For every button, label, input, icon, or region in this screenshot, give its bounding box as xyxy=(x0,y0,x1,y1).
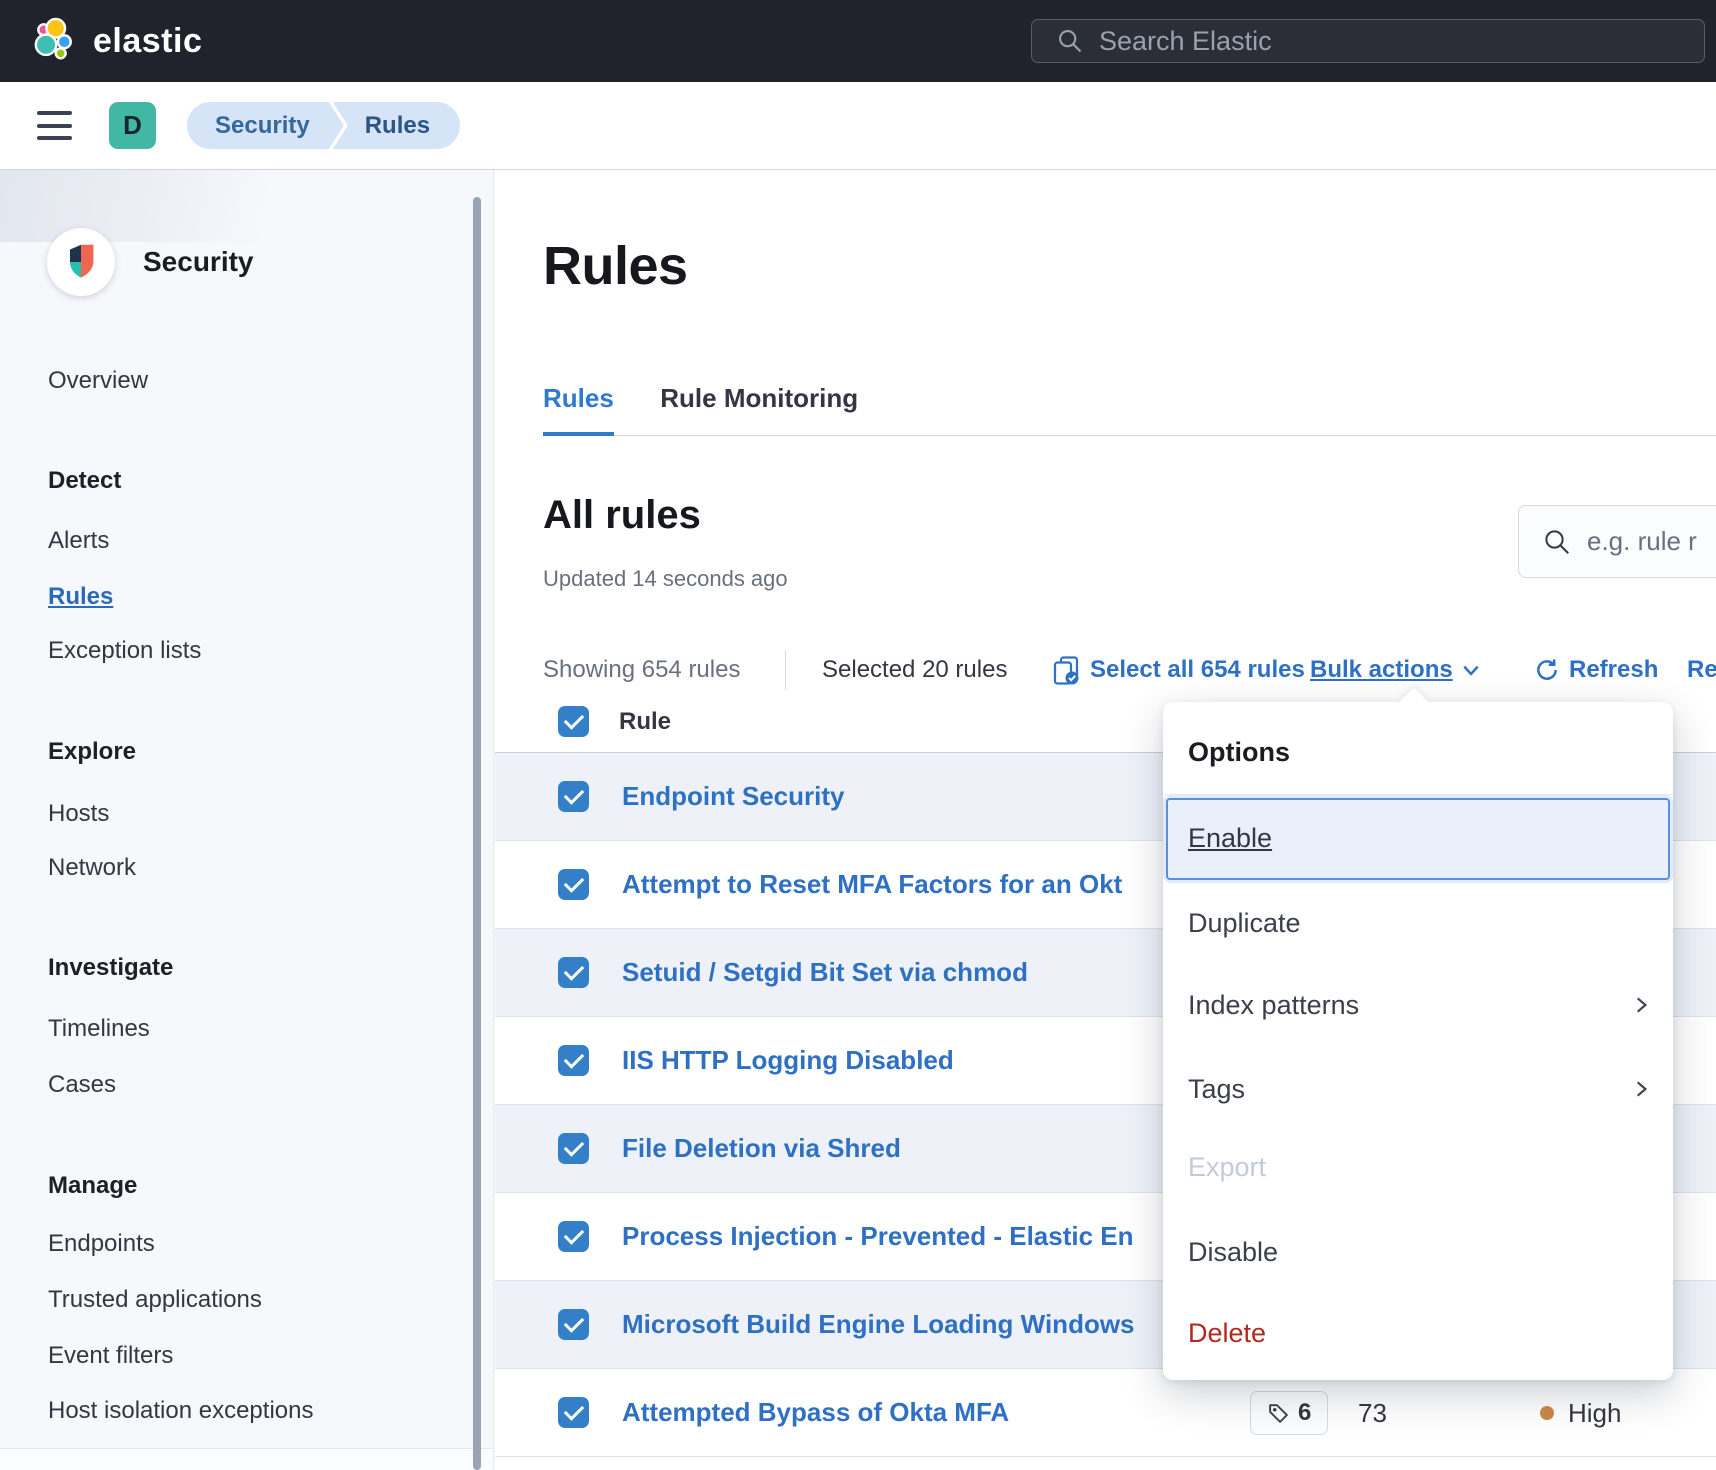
main-content: Rules Rules Rule Monitoring All rules Up… xyxy=(495,170,1716,1470)
sidebar-item-cases[interactable]: Cases xyxy=(48,1071,116,1099)
select-all-button[interactable]: Select all 654 rules xyxy=(1052,647,1305,693)
updated-timestamp: Updated 14 seconds ago xyxy=(543,566,788,592)
sidebar-section-detect: Detect xyxy=(48,467,121,495)
tab-rule-monitoring[interactable]: Rule Monitoring xyxy=(660,366,858,436)
tags-badge[interactable]: 6 xyxy=(1250,1391,1328,1435)
sidebar-section-manage: Manage xyxy=(48,1172,137,1200)
chevron-right-icon xyxy=(1631,1079,1651,1099)
column-header-rule: Rule xyxy=(619,690,671,753)
table-row: Attempted Bypass of Okta MFA 6 73 High xyxy=(495,1369,1716,1457)
avatar[interactable]: D xyxy=(109,102,156,149)
tab-rules[interactable]: Rules xyxy=(543,366,614,436)
rule-link[interactable]: Setuid / Setgid Bit Set via chmod xyxy=(622,929,1028,1016)
sidebar-item-endpoints[interactable]: Endpoints xyxy=(48,1230,155,1258)
copy-check-icon xyxy=(1052,655,1080,686)
sidebar-item-event-filters[interactable]: Event filters xyxy=(48,1342,173,1370)
severity-label: High xyxy=(1568,1369,1621,1457)
row-checkbox[interactable] xyxy=(558,1309,589,1340)
tabs: Rules Rule Monitoring xyxy=(543,366,1716,436)
search-icon xyxy=(1542,527,1572,557)
sidebar-section-explore: Explore xyxy=(48,738,136,766)
search-icon xyxy=(1056,27,1084,55)
sidebar-item-alerts[interactable]: Alerts xyxy=(48,527,109,555)
row-checkbox[interactable] xyxy=(558,1221,589,1252)
rules-search-input[interactable] xyxy=(1587,526,1716,557)
section-title: All rules xyxy=(543,493,701,538)
rules-search[interactable] xyxy=(1518,505,1716,578)
bulk-actions-menu: Options Enable Duplicate Index patterns … xyxy=(1163,702,1673,1380)
row-checkbox[interactable] xyxy=(558,1397,589,1428)
showing-count: Showing 654 rules xyxy=(543,647,740,693)
popover-title: Options xyxy=(1188,702,1290,794)
global-header: elastic xyxy=(0,0,1716,82)
sidebar-item-exception-lists[interactable]: Exception lists xyxy=(48,637,201,665)
page-title: Rules xyxy=(543,236,688,296)
rule-link[interactable]: Process Injection - Prevented - Elastic … xyxy=(622,1193,1134,1280)
sidebar-item-timelines[interactable]: Timelines xyxy=(48,1015,150,1043)
sidebar-title: Security xyxy=(143,246,254,278)
menu-item-export: Export xyxy=(1188,1142,1266,1192)
row-checkbox[interactable] xyxy=(558,957,589,988)
sidebar: Security Overview Detect Alerts Rules Ex… xyxy=(0,170,494,1470)
rules-toolbar: Showing 654 rules Selected 20 rules Sele… xyxy=(495,647,1716,693)
row-checkbox[interactable] xyxy=(558,869,589,900)
menu-item-delete[interactable]: Delete xyxy=(1188,1308,1266,1358)
rule-link[interactable]: Endpoint Security xyxy=(622,753,844,840)
menu-item-disable[interactable]: Disable xyxy=(1188,1227,1278,1277)
menu-item-duplicate[interactable]: Duplicate xyxy=(1188,898,1301,948)
rule-link[interactable]: Attempt to Reset MFA Factors for an Okt xyxy=(622,841,1122,928)
severity-dot-icon xyxy=(1540,1406,1554,1420)
bulk-actions-button[interactable]: Bulk actions xyxy=(1310,647,1480,693)
popover-separator xyxy=(1163,794,1673,795)
sidebar-scrollbar[interactable] xyxy=(473,197,481,1470)
sidebar-footer xyxy=(0,1448,492,1470)
sidebar-item-trusted-applications[interactable]: Trusted applications xyxy=(48,1286,262,1314)
tag-icon xyxy=(1267,1402,1290,1425)
sidebar-item-host-isolation-exceptions[interactable]: Host isolation exceptions xyxy=(48,1397,313,1425)
menu-icon[interactable] xyxy=(37,111,72,140)
clipped-action-button[interactable]: Re xyxy=(1687,647,1716,693)
select-all-checkbox[interactable] xyxy=(558,706,589,737)
menu-item-tags[interactable]: Tags xyxy=(1188,1064,1245,1114)
chevron-right-icon xyxy=(1631,995,1651,1015)
breadcrumb: Security Rules xyxy=(187,102,460,149)
sidebar-item-hosts[interactable]: Hosts xyxy=(48,800,109,828)
refresh-icon xyxy=(1534,657,1560,683)
rule-link[interactable]: Attempted Bypass of Okta MFA xyxy=(622,1369,1009,1456)
breadcrumb-rules[interactable]: Rules xyxy=(333,102,460,149)
selected-count: Selected 20 rules xyxy=(822,647,1007,693)
refresh-button[interactable]: Refresh xyxy=(1534,647,1658,693)
rule-link[interactable]: File Deletion via Shred xyxy=(622,1105,901,1192)
sidebar-section-investigate: Investigate xyxy=(48,954,173,982)
breadcrumb-security[interactable]: Security xyxy=(187,102,344,149)
sidebar-item-network[interactable]: Network xyxy=(48,854,136,882)
risk-score: 73 xyxy=(1358,1369,1387,1457)
global-search-input[interactable] xyxy=(1099,26,1686,57)
sidebar-item-rules[interactable]: Rules xyxy=(48,583,113,611)
brand-name: elastic xyxy=(93,22,202,61)
row-checkbox[interactable] xyxy=(558,781,589,812)
menu-item-enable[interactable]: Enable xyxy=(1166,798,1670,880)
menu-item-index-patterns[interactable]: Index patterns xyxy=(1188,980,1359,1030)
elastic-logo-icon xyxy=(28,17,76,65)
row-checkbox[interactable] xyxy=(558,1133,589,1164)
rule-link[interactable]: IIS HTTP Logging Disabled xyxy=(622,1017,954,1104)
sidebar-header: Security xyxy=(47,228,254,296)
breadcrumb-bar: D Security Rules xyxy=(0,82,1716,170)
sidebar-item-overview[interactable]: Overview xyxy=(48,367,148,395)
security-shield-icon xyxy=(47,228,115,296)
rule-link[interactable]: Microsoft Build Engine Loading Windows xyxy=(622,1281,1135,1368)
toolbar-divider xyxy=(785,650,786,690)
row-checkbox[interactable] xyxy=(558,1045,589,1076)
chevron-down-icon xyxy=(1462,663,1480,677)
global-search[interactable] xyxy=(1031,19,1705,63)
